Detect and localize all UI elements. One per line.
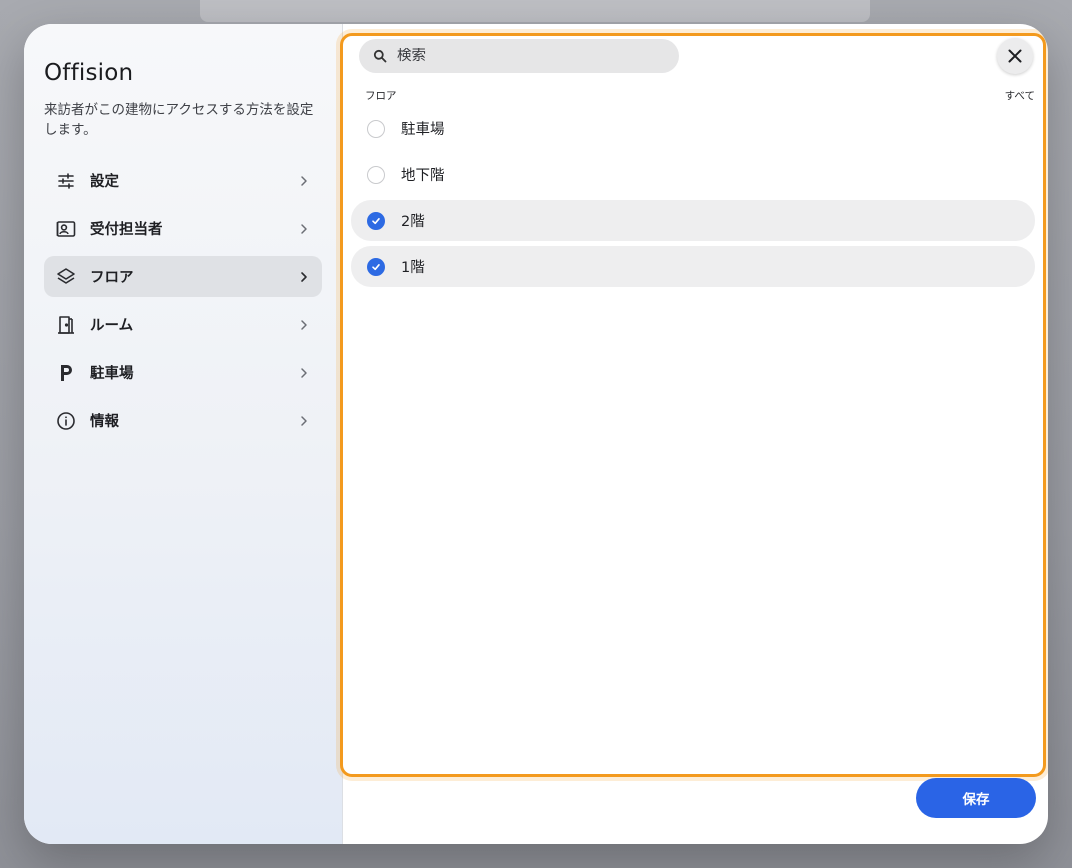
sidebar-nav: 設定 受付担当者 フロア ルーム 駐車場 情報 [44, 160, 322, 441]
close-button[interactable] [997, 38, 1033, 74]
chevron-right-icon [298, 319, 310, 331]
sidebar-item-label: フロア [90, 270, 134, 286]
chevron-right-icon [298, 223, 310, 235]
app-title: Offision [44, 60, 134, 86]
contact-card-icon [56, 219, 76, 239]
sliders-icon [56, 171, 76, 191]
chevron-right-icon [298, 175, 310, 187]
sidebar-item-label: ルーム [90, 318, 134, 334]
sidebar-item-floors[interactable]: フロア [44, 256, 322, 297]
layers-icon [56, 267, 76, 287]
floor-option-parking[interactable]: 駐車場 [351, 108, 1035, 149]
radio-unchecked[interactable] [367, 165, 385, 184]
floor-option-1f[interactable]: 1階 [351, 246, 1035, 287]
radio-checked[interactable] [367, 257, 385, 276]
sidebar-item-info[interactable]: 情報 [44, 400, 322, 441]
sidebar-item-label: 駐車場 [90, 366, 134, 382]
chevron-right-icon [298, 415, 310, 427]
section-label: フロア [365, 90, 397, 102]
app-description: 来訪者がこの建物にアクセスする方法を設定します。 [44, 102, 314, 138]
sidebar-item-settings[interactable]: 設定 [44, 160, 322, 201]
sidebar-item-rooms[interactable]: ルーム [44, 304, 322, 345]
sidebar-item-parking[interactable]: 駐車場 [44, 352, 322, 393]
chevron-right-icon [298, 367, 310, 379]
sidebar-item-label: 情報 [90, 414, 119, 430]
parking-icon [56, 363, 76, 383]
sidebar-item-receptionists[interactable]: 受付担当者 [44, 208, 322, 249]
close-icon [1007, 48, 1023, 64]
search-icon [373, 49, 387, 63]
radio-checked[interactable] [367, 211, 385, 230]
floor-option-label: 1階 [401, 260, 425, 276]
save-button[interactable]: 保存 [916, 778, 1036, 818]
sidebar-item-label: 受付担当者 [90, 222, 163, 238]
chevron-right-icon [298, 271, 310, 283]
main-content: フロア すべて 駐車場 地下階 2階 [340, 24, 1048, 844]
radio-unchecked[interactable] [367, 119, 385, 138]
sidebar-item-label: 設定 [90, 174, 119, 190]
info-icon [56, 411, 76, 431]
settings-modal: Offision 来訪者がこの建物にアクセスする方法を設定します。 設定 受付担… [24, 24, 1048, 844]
floor-selection-panel: フロア すべて 駐車場 地下階 2階 [340, 33, 1046, 777]
floor-option-2f[interactable]: 2階 [351, 200, 1035, 241]
check-icon [372, 263, 380, 270]
floor-list: 駐車場 地下階 2階 1階 [351, 108, 1035, 287]
modal-footer: 保存 [343, 778, 1048, 844]
floor-option-basement[interactable]: 地下階 [351, 154, 1035, 195]
list-header: フロア すべて [365, 88, 1035, 103]
floor-option-label: 2階 [401, 214, 425, 230]
floor-option-label: 地下階 [401, 168, 445, 184]
search-input[interactable] [397, 48, 657, 64]
floor-option-label: 駐車場 [401, 122, 445, 138]
check-icon [372, 217, 380, 224]
door-icon [56, 315, 76, 335]
search-box[interactable] [359, 39, 679, 73]
select-all-link[interactable]: すべて [1005, 88, 1035, 103]
backdrop-bar [200, 0, 870, 22]
sidebar: Offision 来訪者がこの建物にアクセスする方法を設定します。 設定 受付担… [24, 24, 343, 844]
